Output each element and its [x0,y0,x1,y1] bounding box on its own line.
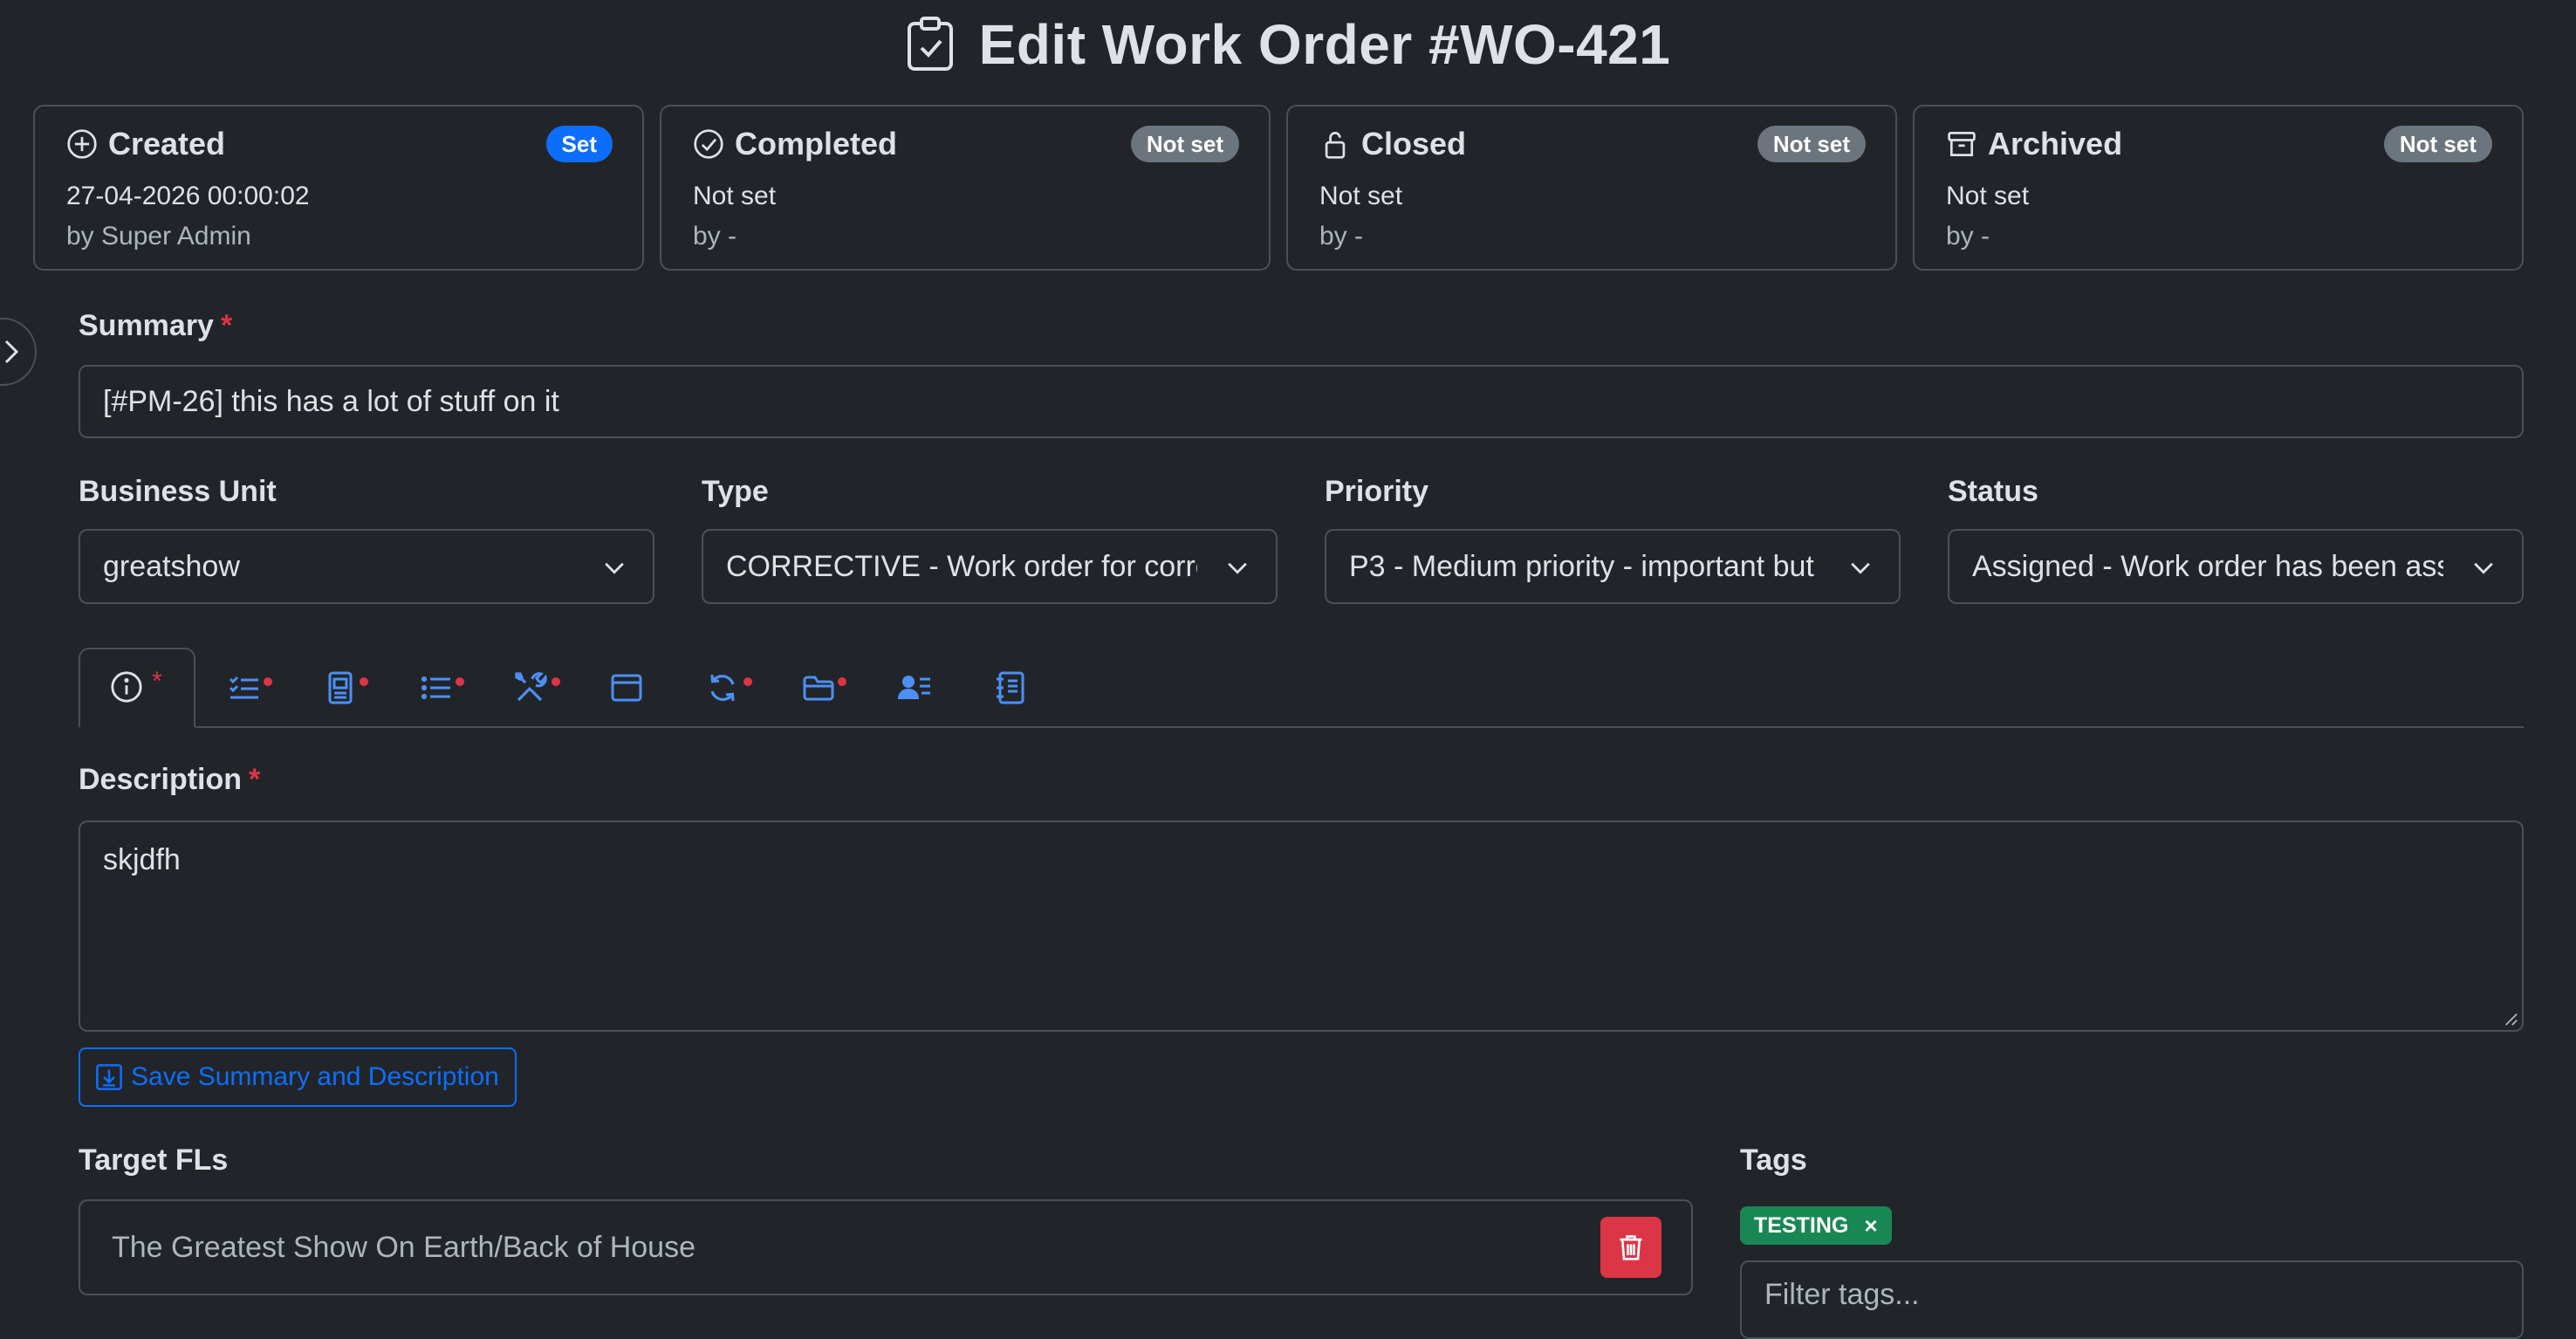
tab-alert-dot [264,677,272,686]
info-circle-icon [111,671,142,703]
tab-alert-dot [838,677,846,686]
window-icon [611,674,642,702]
filter-tags-placeholder: Filter tags... [1764,1278,1920,1311]
priority-select[interactable]: P3 - Medium priority - important but not… [1325,529,1901,604]
description-value: skjdfh [103,843,181,876]
archived-timestamp: Not set [1946,182,2030,210]
page-title: Edit Work Order #WO-421 [978,13,1671,76]
business-unit-label: Business Unit [79,475,277,508]
status-card-archived: Archived Not set Not set by - [1913,105,2524,271]
card-title: Archived [1988,126,2123,161]
download-box-icon [96,1064,122,1090]
type-label: Type [702,475,769,508]
page-header: Edit Work Order #WO-421 [0,9,2576,80]
description-label: Description * [79,763,261,796]
tabs-divider [79,726,2524,728]
plus-circle-icon [67,129,97,159]
card-title: Closed [1361,126,1467,161]
summary-input[interactable]: [#PM-26] this has a lot of stuff on it [79,365,2524,438]
status-badge: Set [545,126,613,162]
tab-refresh[interactable] [705,667,757,709]
closed-timestamp: Not set [1319,182,1403,210]
person-lines-icon [897,676,930,699]
checklist-icon [229,676,258,699]
target-fl-path: The Greatest Show On Earth/Back of House [112,1231,695,1264]
remove-tag-button[interactable]: × [1864,1212,1877,1239]
tab-checklist[interactable] [227,667,279,709]
completed-by: by - [693,222,737,251]
refresh-icon [710,674,735,702]
clipboard-check-icon [907,17,953,71]
archived-by: by - [1946,222,1990,251]
card-title: Completed [735,126,898,161]
archive-icon [1948,132,1976,156]
created-timestamp: 27-04-2026 00:00:02 [66,182,310,210]
save-button-label: Save Summary and Description [131,1062,499,1091]
status-card-created: Created Set 27-04-2026 00:00:02 by Super… [33,105,644,271]
tab-alert-dot [552,677,560,686]
status-card-completed: Completed Not set Not set by - [660,105,1271,271]
closed-by: by - [1319,222,1364,251]
type-value: CORRECTIVE - Work order for corrective m… [726,550,1197,583]
target-fls-label: Target FLs [79,1143,229,1177]
created-by: by Super Admin [66,222,251,251]
required-mark: * [152,667,162,696]
trash-icon [1620,1235,1642,1260]
status-badge: Not set [1757,126,1866,162]
status-label: Status [1948,475,2038,508]
tab-list[interactable] [419,667,471,709]
chevron-down-icon [1228,562,1247,574]
lock-icon [1325,132,1346,159]
list-icon [421,676,450,700]
tab-device[interactable] [323,667,375,709]
device-icon [328,671,353,704]
business-unit-value: greatshow [103,550,240,583]
tab-info[interactable]: * [79,648,195,728]
card-title: Created [108,126,226,161]
tab-alert-dot [743,677,752,686]
chevron-down-icon [2474,562,2493,574]
completed-timestamp: Not set [693,182,777,210]
tab-tools[interactable] [513,667,565,709]
summary-value: [#PM-26] this has a lot of stuff on it [103,384,559,418]
summary-label: Summary * [79,309,233,342]
filter-tags-input[interactable]: Filter tags... [1740,1260,2524,1339]
resize-handle-icon[interactable] [2503,1011,2518,1027]
status-card-closed: Closed Not set Not set by - [1286,105,1897,271]
required-mark: * [249,763,261,796]
priority-label: Priority [1325,475,1429,508]
sidebar-toggle-button[interactable] [0,318,37,386]
tab-alert-dot [360,677,368,686]
notebook-icon [997,671,1024,704]
tab-contacts[interactable] [897,667,949,709]
tab-notes[interactable] [993,667,1045,709]
tag-label: TESTING [1754,1212,1849,1238]
chevron-right-icon [4,340,19,364]
check-circle-icon [694,129,723,159]
status-select[interactable]: Assigned - Work order has been assigned [1948,529,2524,604]
status-badge: Not set [2383,126,2492,162]
save-summary-description-button[interactable]: Save Summary and Description [79,1047,517,1107]
target-fl-item: The Greatest Show On Earth/Back of House [79,1199,1693,1295]
priority-value: P3 - Medium priority - important but not… [1349,550,1820,583]
chevron-down-icon [605,562,624,574]
status-value: Assigned - Work order has been assigned [1972,550,2443,583]
folder-icon [803,676,834,701]
chevron-down-icon [1851,562,1870,574]
required-mark: * [220,309,233,342]
tab-folder[interactable] [801,667,853,709]
delete-target-fl-button[interactable] [1600,1217,1661,1278]
type-select[interactable]: CORRECTIVE - Work order for corrective m… [702,529,1278,604]
status-badge: Not set [1130,126,1239,162]
business-unit-select[interactable]: greatshow [79,529,654,604]
tab-window[interactable] [609,667,661,709]
description-textarea[interactable]: skjdfh [79,821,2524,1032]
tag-chip: TESTING × [1740,1206,1892,1245]
tab-alert-dot [456,677,464,686]
tags-label: Tags [1740,1143,1807,1177]
tools-icon [515,672,547,702]
